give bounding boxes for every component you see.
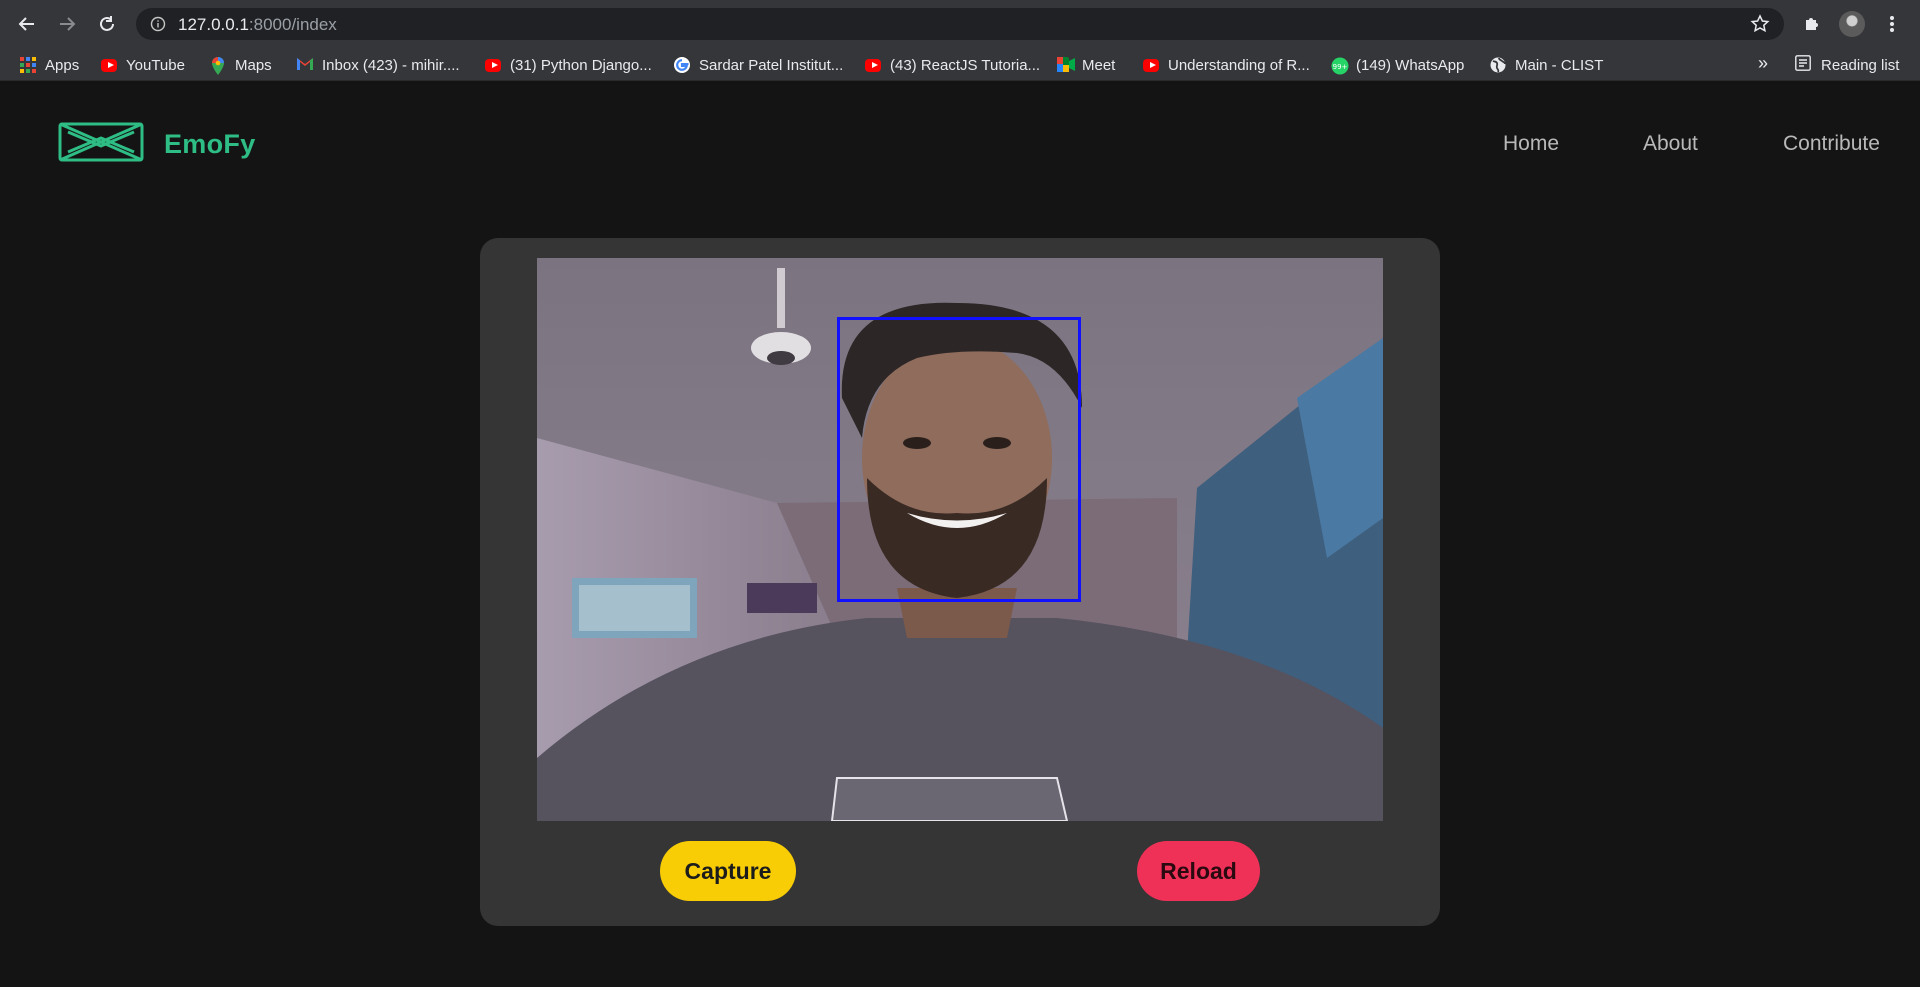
brand-name: EmoFy bbox=[164, 129, 256, 159]
bookmark-youtube[interactable]: YouTube bbox=[101, 55, 185, 75]
gmail-icon bbox=[297, 57, 313, 73]
address-bar[interactable]: 127.0.0.1:8000/index bbox=[136, 8, 1784, 40]
youtube-icon bbox=[865, 58, 881, 72]
bookmark-label: Maps bbox=[235, 56, 272, 74]
bookmark-sardar-patel[interactable]: Sardar Patel Institut... bbox=[674, 55, 843, 75]
bookmark-maps[interactable]: Maps bbox=[210, 55, 272, 75]
bookmark-understanding[interactable]: Understanding of R... bbox=[1143, 55, 1310, 75]
nav-home[interactable]: Home bbox=[1503, 132, 1559, 156]
youtube-icon bbox=[485, 58, 501, 72]
apps-grid-icon bbox=[20, 57, 36, 73]
profile-avatar[interactable] bbox=[1839, 11, 1865, 37]
meet-icon bbox=[1057, 57, 1075, 73]
bookmark-label: (149) WhatsApp bbox=[1356, 56, 1465, 74]
url-text: 127.0.0.1:8000/index bbox=[178, 15, 337, 34]
forward-icon[interactable] bbox=[53, 10, 81, 38]
bookmark-whatsapp[interactable]: 99+ (149) WhatsApp bbox=[1331, 55, 1464, 75]
bookmark-label: (31) Python Django... bbox=[510, 56, 652, 74]
whatsapp-icon: 99+ bbox=[1331, 57, 1349, 75]
reading-list-label: Reading list bbox=[1821, 56, 1900, 74]
reload-icon[interactable] bbox=[93, 10, 121, 38]
more-bookmarks-chevron-icon[interactable]: » bbox=[1758, 53, 1768, 74]
bookmark-python-django[interactable]: (31) Python Django... bbox=[485, 55, 652, 75]
svg-text:99+: 99+ bbox=[1333, 63, 1348, 71]
bookmark-apps[interactable]: Apps bbox=[20, 55, 79, 75]
bookmark-star-icon[interactable] bbox=[1750, 14, 1770, 39]
webcam-feed bbox=[537, 258, 1383, 821]
maps-pin-icon bbox=[210, 57, 226, 75]
reload-button[interactable]: Reload bbox=[1137, 841, 1260, 901]
bookmark-clist[interactable]: Main - CLIST bbox=[1490, 55, 1603, 75]
bookmark-label: Apps bbox=[45, 56, 80, 74]
bookmark-label: Understanding of R... bbox=[1168, 56, 1310, 74]
bookmark-reactjs[interactable]: (43) ReactJS Tutoria... bbox=[865, 55, 1040, 75]
bookmark-meet[interactable]: Meet bbox=[1057, 55, 1115, 75]
bookmark-label: Sardar Patel Institut... bbox=[699, 56, 844, 74]
extensions-puzzle-icon[interactable] bbox=[1798, 10, 1826, 38]
bookmarks-bar: Apps YouTube Maps Inbox (423) - mihir...… bbox=[0, 48, 1920, 81]
capture-card: Capture Reload bbox=[480, 238, 1440, 926]
bookmark-label: Main - CLIST bbox=[1515, 56, 1604, 74]
globe-icon bbox=[1490, 57, 1506, 73]
bookmark-gmail[interactable]: Inbox (423) - mihir.... bbox=[297, 55, 460, 75]
page-content: EmoFy Home About Contribute Capture Relo… bbox=[0, 82, 1920, 987]
emofy-logo-icon bbox=[58, 120, 144, 169]
back-icon[interactable] bbox=[13, 10, 41, 38]
browser-toolbar: 127.0.0.1:8000/index bbox=[0, 0, 1920, 48]
google-icon bbox=[674, 57, 690, 73]
site-info-icon[interactable] bbox=[150, 16, 166, 37]
nav-contribute[interactable]: Contribute bbox=[1783, 132, 1880, 156]
bookmark-label: YouTube bbox=[126, 56, 185, 74]
bookmark-label: Inbox (423) - mihir.... bbox=[322, 56, 460, 74]
reading-list-icon bbox=[1795, 55, 1811, 75]
reading-list-button[interactable]: Reading list bbox=[1795, 55, 1899, 75]
face-detection-box bbox=[837, 317, 1081, 602]
nav-about[interactable]: About bbox=[1643, 132, 1698, 156]
youtube-icon bbox=[101, 58, 117, 72]
capture-button[interactable]: Capture bbox=[660, 841, 796, 901]
bookmark-label: Meet bbox=[1082, 56, 1116, 74]
site-logo[interactable]: EmoFy bbox=[58, 120, 256, 169]
menu-kebab-icon[interactable] bbox=[1878, 10, 1906, 38]
youtube-icon bbox=[1143, 58, 1159, 72]
bookmark-label: (43) ReactJS Tutoria... bbox=[890, 56, 1041, 74]
